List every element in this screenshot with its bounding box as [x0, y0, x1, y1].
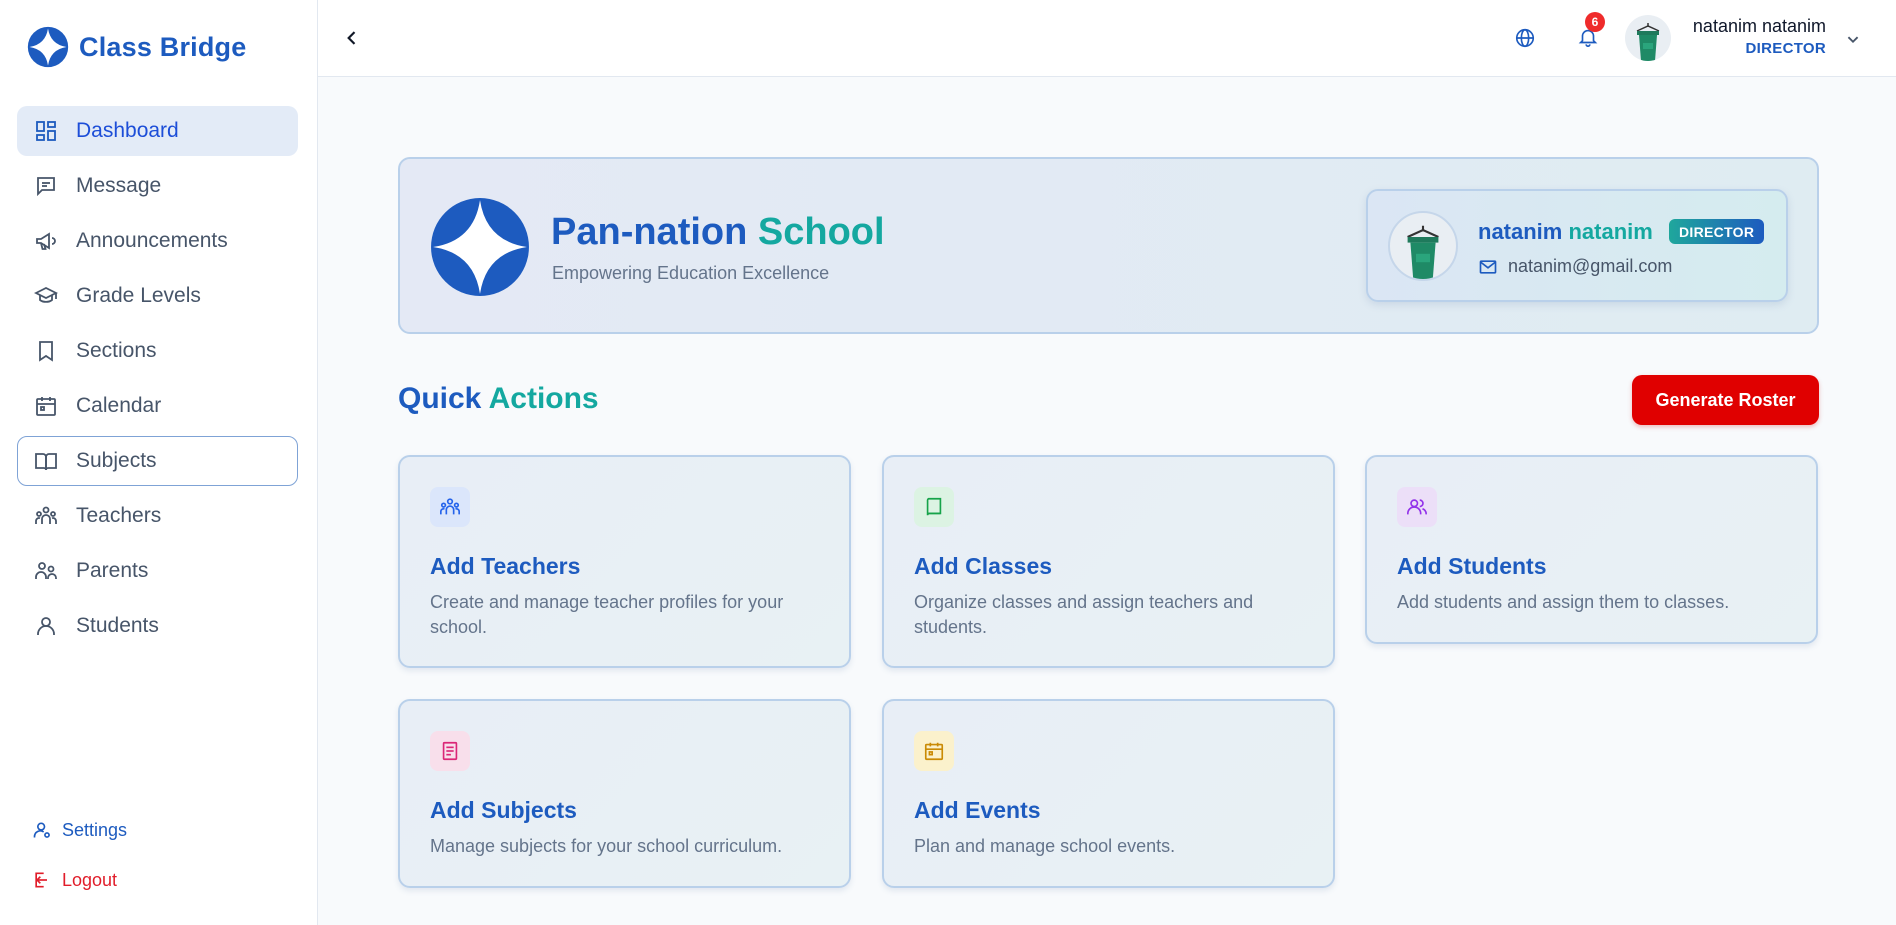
sidebar-item-label: Dashboard: [76, 119, 179, 142]
mail-icon: [1479, 260, 1497, 274]
card-icon-wrapper: [430, 731, 470, 771]
student-icon: [37, 617, 55, 635]
teachers-icon: [35, 506, 57, 524]
card-icon-wrapper: [1397, 487, 1437, 527]
settings-link[interactable]: Settings: [32, 805, 127, 855]
megaphone-icon: [36, 232, 56, 250]
sidebar-item-teachers[interactable]: Teachers: [17, 491, 298, 541]
logout-label: Logout: [62, 869, 118, 890]
profile-card[interactable]: natanim natanim DIRECTOR natanim@gmail.c…: [1366, 189, 1788, 302]
card-title: Add Subjects: [430, 797, 577, 823]
profile-email: natanim@gmail.com: [1508, 256, 1673, 276]
card-title: Add Classes: [914, 553, 1053, 579]
quick-actions-title-part2: Actions: [488, 382, 599, 415]
brand-name: Class Bridge: [79, 31, 247, 62]
calendar-icon: [36, 397, 56, 416]
school-tagline: Empowering Education Excellence: [552, 263, 830, 283]
open-book-icon: [35, 453, 57, 471]
card-icon-wrapper: [914, 731, 954, 771]
sidebar-item-label: Calendar: [76, 394, 162, 417]
card-description: Create and manage teacher profiles for y…: [430, 592, 784, 637]
sidebar-footer: Settings Logout: [32, 805, 127, 905]
students-icon: [1407, 499, 1427, 515]
parents-icon: [35, 562, 57, 579]
language-button[interactable]: [1510, 23, 1540, 53]
header-user-name: natanim natanim: [1692, 16, 1826, 36]
class-bridge-logo: [27, 26, 69, 68]
sidebar-item-label: Sections: [76, 339, 157, 362]
graduation-cap-icon: [34, 286, 58, 303]
chevron-down-icon[interactable]: [1842, 28, 1864, 50]
add-classes-card[interactable]: Add Classes Organize classes and assign …: [882, 455, 1335, 668]
sidebar-item-message[interactable]: Message: [17, 161, 298, 211]
bookmark-icon: [39, 341, 53, 362]
calendar-icon: [924, 742, 944, 761]
sidebar: Class Bridge Dashboard Message Announcem…: [0, 0, 318, 925]
add-subjects-card[interactable]: Add Subjects Manage subjects for your sc…: [398, 699, 851, 888]
sidebar-item-announcements[interactable]: Announcements: [17, 216, 298, 266]
book-icon: [926, 497, 942, 516]
quick-actions-title-part1: Quick: [398, 382, 482, 415]
generate-roster-button[interactable]: Generate Roster: [1632, 375, 1819, 425]
notification-count-badge: 6: [1585, 12, 1605, 32]
card-description: Add students and assign them to classes.: [1397, 592, 1730, 612]
school-hero-banner: Pan-nation School Empowering Education E…: [398, 157, 1819, 334]
user-settings-icon: [33, 822, 50, 838]
add-students-card[interactable]: Add Students Add students and assign the…: [1365, 455, 1818, 644]
sidebar-item-label: Subjects: [76, 449, 157, 472]
avatar: [1388, 211, 1458, 281]
sidebar-item-subjects[interactable]: Subjects: [17, 436, 298, 486]
collapse-sidebar-button[interactable]: [336, 22, 368, 54]
globe-icon: [1515, 28, 1535, 48]
card-title: Add Events: [914, 797, 1041, 823]
add-teachers-card[interactable]: Add Teachers Create and manage teacher p…: [398, 455, 851, 668]
school-logo: [431, 198, 529, 296]
sidebar-item-label: Parents: [76, 559, 149, 582]
teachers-icon: [440, 498, 460, 515]
add-events-card[interactable]: Add Events Plan and manage school events…: [882, 699, 1335, 888]
brand[interactable]: Class Bridge: [27, 26, 246, 68]
profile-last-name: natanim: [1568, 219, 1653, 244]
card-title: Add Teachers: [430, 553, 581, 579]
sidebar-item-parents[interactable]: Parents: [17, 546, 298, 596]
top-header: 6 natanim natanim DIRECTOR: [318, 0, 1896, 77]
user-avatar-image: [1636, 23, 1660, 61]
sidebar-item-label: Announcements: [76, 229, 228, 252]
card-description: Manage subjects for your school curricul…: [430, 836, 783, 856]
card-description: Organize classes and assign teachers and…: [914, 592, 1254, 637]
school-name-part1: Pan-nation: [551, 211, 748, 253]
sidebar-item-label: Message: [76, 174, 162, 197]
header-user-role: DIRECTOR: [1745, 40, 1826, 57]
card-description: Plan and manage school events.: [914, 836, 1176, 856]
sidebar-item-students[interactable]: Students: [17, 601, 298, 651]
card-icon-wrapper: [914, 487, 954, 527]
chevron-left-icon: [347, 31, 356, 45]
logout-icon: [35, 872, 47, 888]
sidebar-item-dashboard[interactable]: Dashboard: [17, 106, 298, 156]
message-icon: [37, 177, 55, 197]
document-icon: [442, 741, 458, 761]
sidebar-nav: Dashboard Message Announcements Grade Le…: [17, 106, 298, 656]
role-badge: DIRECTOR: [1669, 219, 1765, 244]
sidebar-item-sections[interactable]: Sections: [17, 326, 298, 376]
dashboard-icon: [36, 121, 56, 141]
sidebar-item-grade-levels[interactable]: Grade Levels: [17, 271, 298, 321]
sidebar-item-label: Grade Levels: [76, 284, 201, 307]
school-name-part2: School: [757, 211, 885, 253]
card-title: Add Students: [1397, 553, 1547, 579]
sidebar-item-label: Teachers: [76, 504, 162, 527]
settings-label: Settings: [62, 819, 128, 840]
profile-name: natanim natanim: [1478, 219, 1653, 245]
school-name: Pan-nation School: [551, 211, 885, 254]
avatar[interactable]: [1625, 15, 1671, 61]
user-avatar-image: [1407, 225, 1439, 279]
sidebar-item-calendar[interactable]: Calendar: [17, 381, 298, 431]
card-icon-wrapper: [430, 487, 470, 527]
sidebar-item-label: Students: [76, 614, 159, 637]
quick-actions-title: Quick Actions: [398, 382, 599, 416]
profile-first-name: natanim: [1478, 219, 1563, 244]
logout-link[interactable]: Logout: [32, 855, 127, 905]
